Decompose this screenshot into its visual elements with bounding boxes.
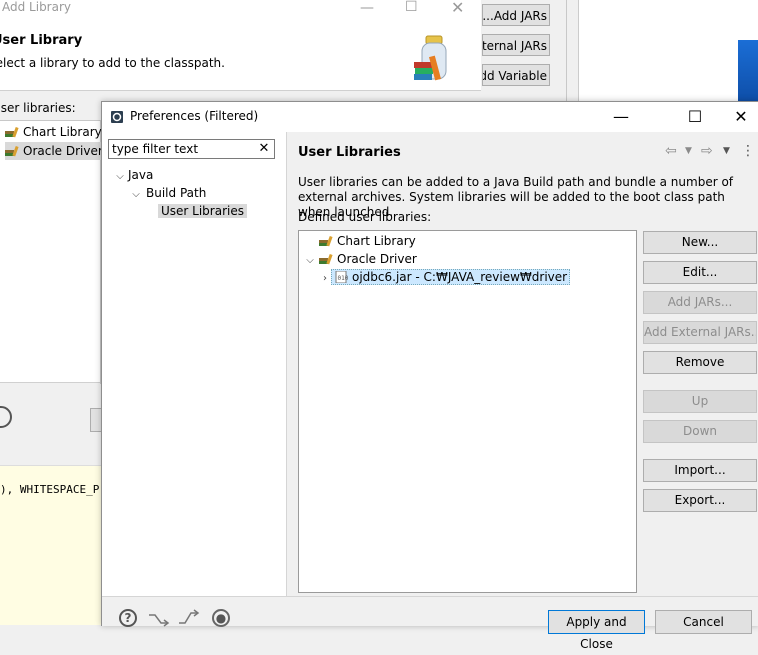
add-jars-button[interactable]: Add JARs...: [482, 4, 550, 26]
user-libraries-list[interactable]: Chart Library Oracle Driver: [0, 120, 106, 384]
list-item-label: Chart Library: [23, 125, 102, 139]
forward-arrow-icon[interactable]: ⇨: [701, 143, 713, 159]
edit-button[interactable]: Edit...: [643, 261, 757, 284]
desktop-window: [578, 0, 758, 102]
user-libraries-label: User libraries:: [0, 101, 76, 115]
windows-logo: [738, 40, 758, 102]
library-name: Chart Library: [337, 234, 416, 248]
filter-input[interactable]: [108, 139, 275, 159]
tree-row-jar[interactable]: › 010 ojdbc6.jar - C:₩JAVA_review₩driver: [319, 268, 571, 288]
chevron-down-icon[interactable]: ⌵: [130, 186, 142, 204]
add-jars-button[interactable]: Add JARs...: [643, 291, 757, 314]
add-library-header: User Library Select a library to add to …: [0, 20, 481, 91]
add-library-title: Add Library: [2, 0, 72, 14]
new-button[interactable]: New...: [643, 231, 757, 254]
jar-entry: ojdbc6.jar - C:₩JAVA_review₩driver: [352, 270, 568, 284]
tree-item-user-libraries[interactable]: User Libraries: [158, 202, 247, 220]
divider: [566, 0, 567, 102]
add-library-subtitle: Select a library to add to the classpath…: [0, 56, 225, 70]
preferences-dialog: Preferences (Filtered) — ☐ ✕ ✕ ⌵Java ⌵Bu…: [101, 101, 758, 651]
tree-item-build-path[interactable]: ⌵ Build Path: [130, 184, 206, 202]
cancel-button[interactable]: Cancel: [655, 610, 752, 634]
import-button[interactable]: Import...: [643, 459, 757, 482]
preferences-titlebar: Preferences (Filtered) — ☐ ✕: [102, 102, 758, 132]
apply-and-close-button[interactable]: Apply and Close: [548, 610, 645, 651]
preferences-title: Preferences (Filtered): [130, 109, 259, 123]
tree-row[interactable]: Chart Library: [319, 232, 416, 250]
jar-file-icon: 010: [335, 271, 349, 283]
tree-item-java[interactable]: ⌵ Java: [114, 166, 153, 184]
add-library-titlebar: Add Library — ☐ ✕: [0, 0, 481, 20]
minimize-icon[interactable]: —: [606, 106, 636, 128]
help-icon[interactable]: [0, 406, 12, 428]
maximize-icon[interactable]: ☐: [680, 106, 710, 128]
more-menu-icon[interactable]: ⋮: [741, 143, 755, 159]
user-libraries-tree[interactable]: Chart Library ⌵ Oracle Driver › 010 ojdbc6.…: [298, 230, 637, 593]
add-variable-button[interactable]: Add Variable...: [482, 64, 550, 86]
maximize-icon[interactable]: ☐: [405, 0, 418, 15]
close-icon[interactable]: ✕: [726, 106, 756, 128]
page-title: User Libraries: [298, 145, 401, 160]
up-button[interactable]: Up: [643, 390, 757, 413]
preferences-page: User Libraries ⇦ ▼ ⇨ ▼ ⋮ User libraries …: [287, 132, 758, 596]
svg-text:010: 010: [338, 275, 349, 282]
down-button[interactable]: Down: [643, 420, 757, 443]
export-prefs-icon[interactable]: [178, 609, 200, 627]
defined-libraries-label: Defined user libraries:: [298, 210, 432, 224]
library-icon: [5, 126, 19, 138]
help-icon[interactable]: ?: [119, 609, 137, 627]
add-external-jars-button[interactable]: Add External JARs...: [643, 321, 757, 344]
clear-filter-icon[interactable]: ✕: [257, 142, 271, 156]
chevron-down-icon[interactable]: ⌵: [114, 168, 126, 186]
record-icon[interactable]: ●: [212, 609, 230, 627]
chevron-down-icon[interactable]: ⌵: [304, 252, 316, 270]
preferences-nav-pane: ✕ ⌵Java ⌵Build Path User Libraries: [102, 132, 287, 596]
chevron-down-icon[interactable]: ▼: [723, 146, 730, 156]
library-icon: [319, 253, 333, 265]
close-icon[interactable]: ✕: [451, 0, 464, 17]
add-external-jars-button[interactable]: Add External JARs...: [482, 34, 550, 56]
library-name: Oracle Driver: [337, 252, 417, 266]
preferences-footer: ? ● Apply and Close Cancel: [102, 596, 758, 651]
code-line: ), WHITESPACE_P: [0, 483, 100, 496]
minimize-icon[interactable]: —: [360, 0, 374, 16]
chevron-right-icon[interactable]: ›: [319, 270, 331, 288]
chevron-down-icon[interactable]: ▼: [685, 146, 692, 156]
import-prefs-icon[interactable]: [148, 611, 170, 627]
back-arrow-icon[interactable]: ⇦: [665, 143, 677, 159]
library-icon: [319, 235, 333, 247]
add-library-footer: [0, 382, 104, 471]
library-icon: [5, 145, 19, 157]
export-button[interactable]: Export...: [643, 489, 757, 512]
add-library-heading: User Library: [0, 33, 83, 48]
remove-button[interactable]: Remove: [643, 351, 757, 374]
list-item[interactable]: Chart Library: [5, 123, 102, 141]
list-item-label: Oracle Driver: [23, 144, 103, 158]
library-jar-icon: [414, 35, 447, 81]
preferences-app-icon: [111, 111, 123, 123]
list-item[interactable]: Oracle Driver: [5, 142, 106, 160]
tree-row[interactable]: ⌵ Oracle Driver: [304, 250, 417, 268]
